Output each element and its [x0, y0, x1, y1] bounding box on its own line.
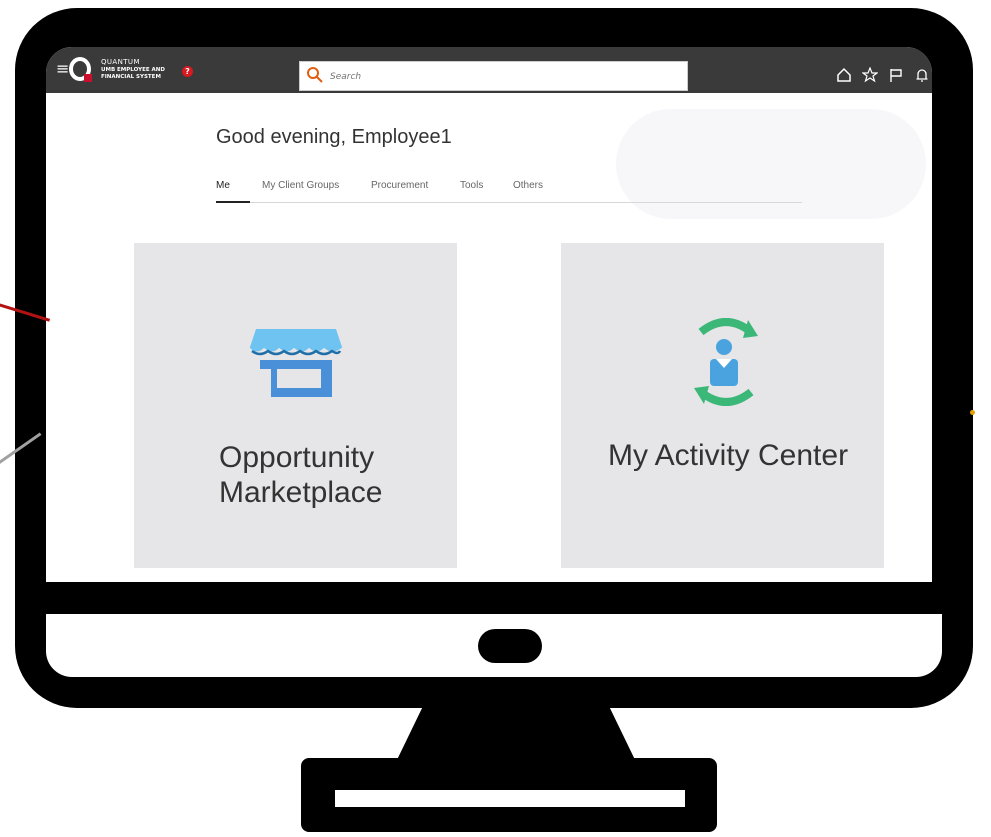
search-icon[interactable] [306, 66, 324, 84]
tab-others[interactable]: Others [513, 180, 543, 191]
monitor-button [478, 629, 542, 663]
logo-line-1: QUANTUM [101, 58, 140, 66]
menu-icon[interactable]: ≡ [56, 59, 69, 78]
active-tab-indicator [216, 201, 250, 203]
logo-line-2: UMB EMPLOYEE AND [101, 67, 165, 73]
tile-title-line-1: Opportunity [219, 441, 375, 474]
storefront-icon [249, 329, 343, 397]
logo-line-3: FINANCIAL SYSTEM [101, 73, 161, 80]
quantum-logo-text: QUANTUM UMB EMPLOYEE AND FINANCIAL SYSTE… [101, 59, 165, 80]
tab-me[interactable]: Me [216, 180, 230, 191]
main-tabs: Me My Client Groups Procurement Tools Ot… [216, 180, 802, 203]
my-activity-center-tile[interactable]: My Activity Center [561, 243, 884, 568]
search-box[interactable] [299, 61, 688, 91]
tile-title: Opportunity Marketplace [219, 440, 382, 511]
flag-icon[interactable] [888, 67, 904, 83]
tab-my-client-groups[interactable]: My Client Groups [262, 180, 339, 191]
monitor-stand-base-highlight [335, 790, 685, 807]
tab-tools[interactable]: Tools [460, 180, 483, 191]
top-navigation-bar: ≡ QUANTUM UMB EMPLOYEE AND FINANCIAL SYS… [46, 47, 932, 93]
quantum-logo-icon[interactable] [69, 57, 92, 82]
star-icon[interactable] [862, 67, 878, 83]
help-badge[interactable]: ? [182, 66, 193, 77]
page-greeting: Good evening, Employee1 [216, 126, 452, 148]
tile-title-line-2: Marketplace [219, 476, 383, 510]
bell-icon[interactable] [914, 67, 930, 83]
tile-title: My Activity Center [608, 439, 849, 472]
decorative-orange-dot [970, 410, 975, 415]
activity-center-icon [694, 318, 758, 406]
opportunity-marketplace-tile[interactable]: Opportunity Marketplace [134, 243, 457, 568]
tab-procurement[interactable]: Procurement [371, 180, 428, 191]
monitor-screen: ≡ QUANTUM UMB EMPLOYEE AND FINANCIAL SYS… [46, 47, 932, 582]
search-input[interactable] [328, 66, 672, 88]
home-icon[interactable] [836, 67, 852, 83]
monitor-stand-neck [395, 704, 637, 764]
